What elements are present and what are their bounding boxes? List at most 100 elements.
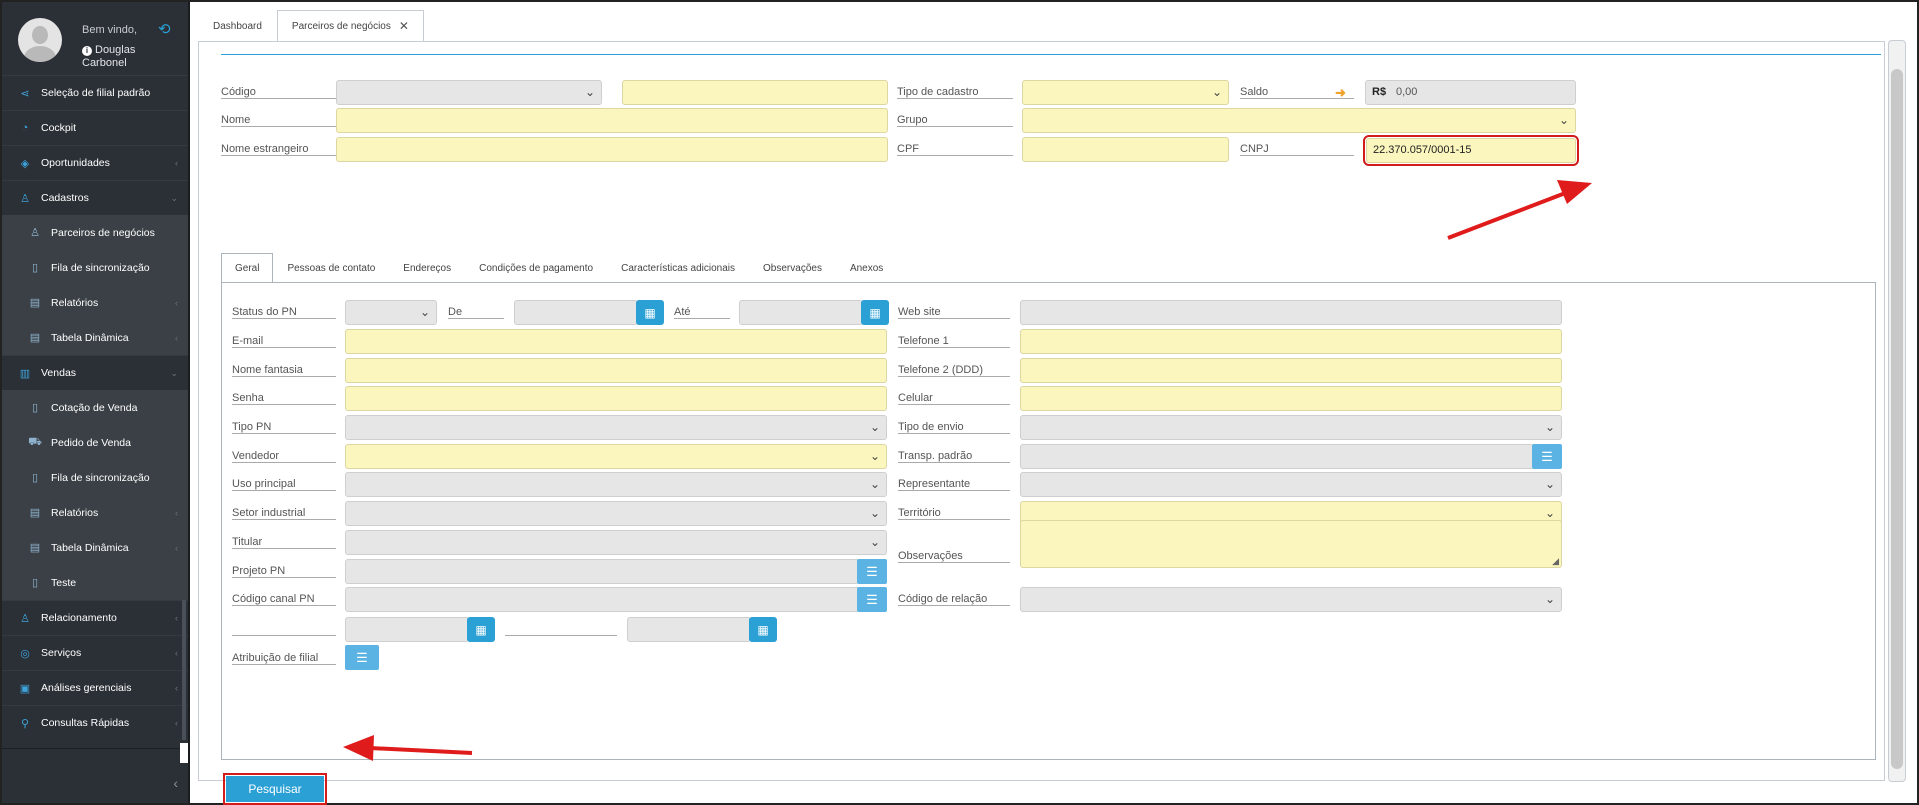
codigo-series-select[interactable]: ⌄ xyxy=(336,80,602,105)
user-outline-icon: ♙ xyxy=(30,227,40,239)
sidebar-item[interactable]: ⛟ Pedido de Venda xyxy=(2,425,188,460)
web-site-input[interactable] xyxy=(1020,300,1562,325)
nome-fantasia-input[interactable] xyxy=(345,358,887,383)
sidebar-item[interactable]: ▤ Tabela Dinâmica ‹ xyxy=(2,320,188,355)
main-scrollbar[interactable] xyxy=(1888,40,1906,782)
sidebar-item[interactable]: ▤ Relatórios ‹ xyxy=(2,285,188,320)
grupo-select[interactable]: ⌄ xyxy=(1022,108,1576,133)
tab-parceiros-label: Parceiros de negócios xyxy=(291,20,391,32)
inner-tab[interactable]: Pessoas de contato xyxy=(273,253,389,283)
label-cnpj: CNPJ xyxy=(1240,134,1354,156)
telefone2-input[interactable] xyxy=(1020,358,1562,383)
info-icon: i xyxy=(82,46,92,56)
sidebar-item-label: Fila de sincronização xyxy=(51,471,150,484)
inner-tab[interactable]: Endereços xyxy=(389,253,465,283)
calendar-icon[interactable]: ▦ xyxy=(749,617,777,642)
uso-principal-select[interactable]: ⌄ xyxy=(345,472,887,497)
sidebar-item-label: Tabela Dinâmica xyxy=(51,331,129,344)
cnpj-input[interactable]: 22.370.057/0001-15 xyxy=(1363,135,1579,166)
sidebar-item-label: Tabela Dinâmica xyxy=(51,541,129,554)
saldo-field: R$ 0,00 xyxy=(1365,80,1576,105)
celular-input[interactable] xyxy=(1020,386,1562,411)
codigo-input[interactable] xyxy=(622,80,888,105)
titular-select[interactable]: ⌄ xyxy=(345,530,887,555)
codigo-relacao-select[interactable]: ⌄ xyxy=(1020,587,1562,612)
chevron-left-icon: ‹ xyxy=(175,542,178,553)
sidebar-item[interactable]: ◔ Cockpit xyxy=(2,110,188,145)
user-name[interactable]: i Douglas Carbonel xyxy=(82,44,162,70)
tipo-pn-select[interactable]: ⌄ xyxy=(345,415,887,440)
representante-select[interactable]: ⌄ xyxy=(1020,472,1562,497)
sidebar-item-label: Relatórios xyxy=(51,296,99,309)
transp-padrao-input[interactable] xyxy=(1020,444,1534,469)
sidebar-item[interactable]: ▯ Cotação de Venda xyxy=(2,390,188,425)
calendar-icon[interactable]: ▦ xyxy=(636,300,664,325)
inner-tab[interactable]: Condições de pagamento xyxy=(465,253,607,283)
sidebar-item[interactable]: ♙ Relacionamento ‹ xyxy=(2,600,188,635)
nome-input[interactable] xyxy=(336,108,888,133)
tab-dashboard[interactable]: Dashboard xyxy=(198,10,277,42)
senha-input[interactable] xyxy=(345,386,887,411)
tab-parceiros[interactable]: Parceiros de negócios ✕ xyxy=(276,10,424,42)
pesquisar-button[interactable]: Pesquisar xyxy=(223,773,327,805)
chevron-down-icon: ⌄ xyxy=(419,305,430,319)
status-pn-select[interactable]: ⌄ xyxy=(345,300,437,325)
table-icon: ▤ xyxy=(29,297,41,309)
sidebar-item[interactable]: ▯ Fila de sincronização xyxy=(2,250,188,285)
codigo-canal-pn-input[interactable] xyxy=(345,587,859,612)
sidebar-item[interactable]: ⋖ Seleção de filial padrão xyxy=(2,75,188,110)
email-input[interactable] xyxy=(345,329,887,354)
scrollbar-thumb[interactable] xyxy=(1891,69,1903,769)
atribuicao-filial-button[interactable]: ☰ xyxy=(345,645,379,670)
calendar-icon[interactable]: ▦ xyxy=(467,617,495,642)
tipo-cadastro-select[interactable]: ⌄ xyxy=(1022,80,1229,105)
projeto-pn-input[interactable] xyxy=(345,559,859,584)
date-input[interactable] xyxy=(627,617,751,642)
sidebar-item[interactable]: ♙ Parceiros de negócios xyxy=(2,215,188,250)
list-icon[interactable]: ☰ xyxy=(857,559,887,584)
sidebar-scrollbar[interactable] xyxy=(182,600,186,740)
inner-tab[interactable]: Observações xyxy=(749,253,836,283)
sidebar-item[interactable]: ▤ Tabela Dinâmica ‹ xyxy=(2,530,188,565)
sidebar-item[interactable]: ▤ Relatórios ‹ xyxy=(2,495,188,530)
date-input[interactable] xyxy=(345,617,469,642)
sidebar-item[interactable]: ⚲ Consultas Rápidas ‹ xyxy=(2,705,188,740)
sidebar-item[interactable]: ▥ Vendas ⌄ xyxy=(2,355,188,390)
close-icon[interactable]: ✕ xyxy=(399,19,409,33)
ate-date-input[interactable] xyxy=(739,300,863,325)
collapse-sidebar-icon[interactable]: ‹ xyxy=(173,775,178,791)
setor-industrial-select[interactable]: ⌄ xyxy=(345,501,887,526)
calendar-icon[interactable]: ▦ xyxy=(861,300,889,325)
telefone1-input[interactable] xyxy=(1020,329,1562,354)
sidebar-item[interactable]: ◎ Serviços ‹ xyxy=(2,635,188,670)
label-uso-principal: Uso principal xyxy=(232,469,336,491)
chevron-down-icon: ⌄ xyxy=(1544,477,1555,491)
arrow-right-icon[interactable]: ➜ xyxy=(1335,85,1346,101)
list-icon[interactable]: ☰ xyxy=(857,587,887,612)
observacoes-textarea[interactable]: ◢ xyxy=(1020,520,1562,568)
label-telefone2: Telefone 2 (DDD) xyxy=(898,355,1010,377)
label-celular: Celular xyxy=(898,383,1010,405)
label-codigo: Código xyxy=(221,77,351,99)
resize-handle-icon[interactable]: ◢ xyxy=(1552,556,1559,567)
avatar[interactable] xyxy=(18,18,62,62)
refresh-icon[interactable]: ⟲ xyxy=(158,20,171,38)
cpf-input[interactable] xyxy=(1022,137,1229,162)
de-date-input[interactable] xyxy=(514,300,638,325)
list-icon[interactable]: ☰ xyxy=(1532,444,1562,469)
sidebar-item-label: Análises gerenciais xyxy=(41,682,132,694)
sidebar-item-label: Serviços xyxy=(41,647,82,659)
sidebar-item[interactable]: ▯ Teste xyxy=(2,565,188,600)
inner-tab[interactable]: Características adicionais xyxy=(607,253,749,283)
sidebar-item[interactable]: ▯ Fila de sincronização xyxy=(2,460,188,495)
inner-tab[interactable]: Anexos xyxy=(836,253,897,283)
tipo-envio-select[interactable]: ⌄ xyxy=(1020,415,1562,440)
sidebar-item[interactable]: ♙ Cadastros ⌄ xyxy=(2,180,188,215)
inner-tab[interactable]: Geral xyxy=(221,253,274,283)
vendedor-select[interactable]: ⌄ xyxy=(345,444,887,469)
chevron-left-icon: ‹ xyxy=(175,507,178,518)
sidebar-item[interactable]: ▣ Análises gerenciais ‹ xyxy=(2,670,188,705)
lifebuoy-icon: ◎ xyxy=(20,647,30,660)
nome-estrangeiro-input[interactable] xyxy=(336,137,888,162)
sidebar-item[interactable]: ◈ Oportunidades ‹ xyxy=(2,145,188,180)
